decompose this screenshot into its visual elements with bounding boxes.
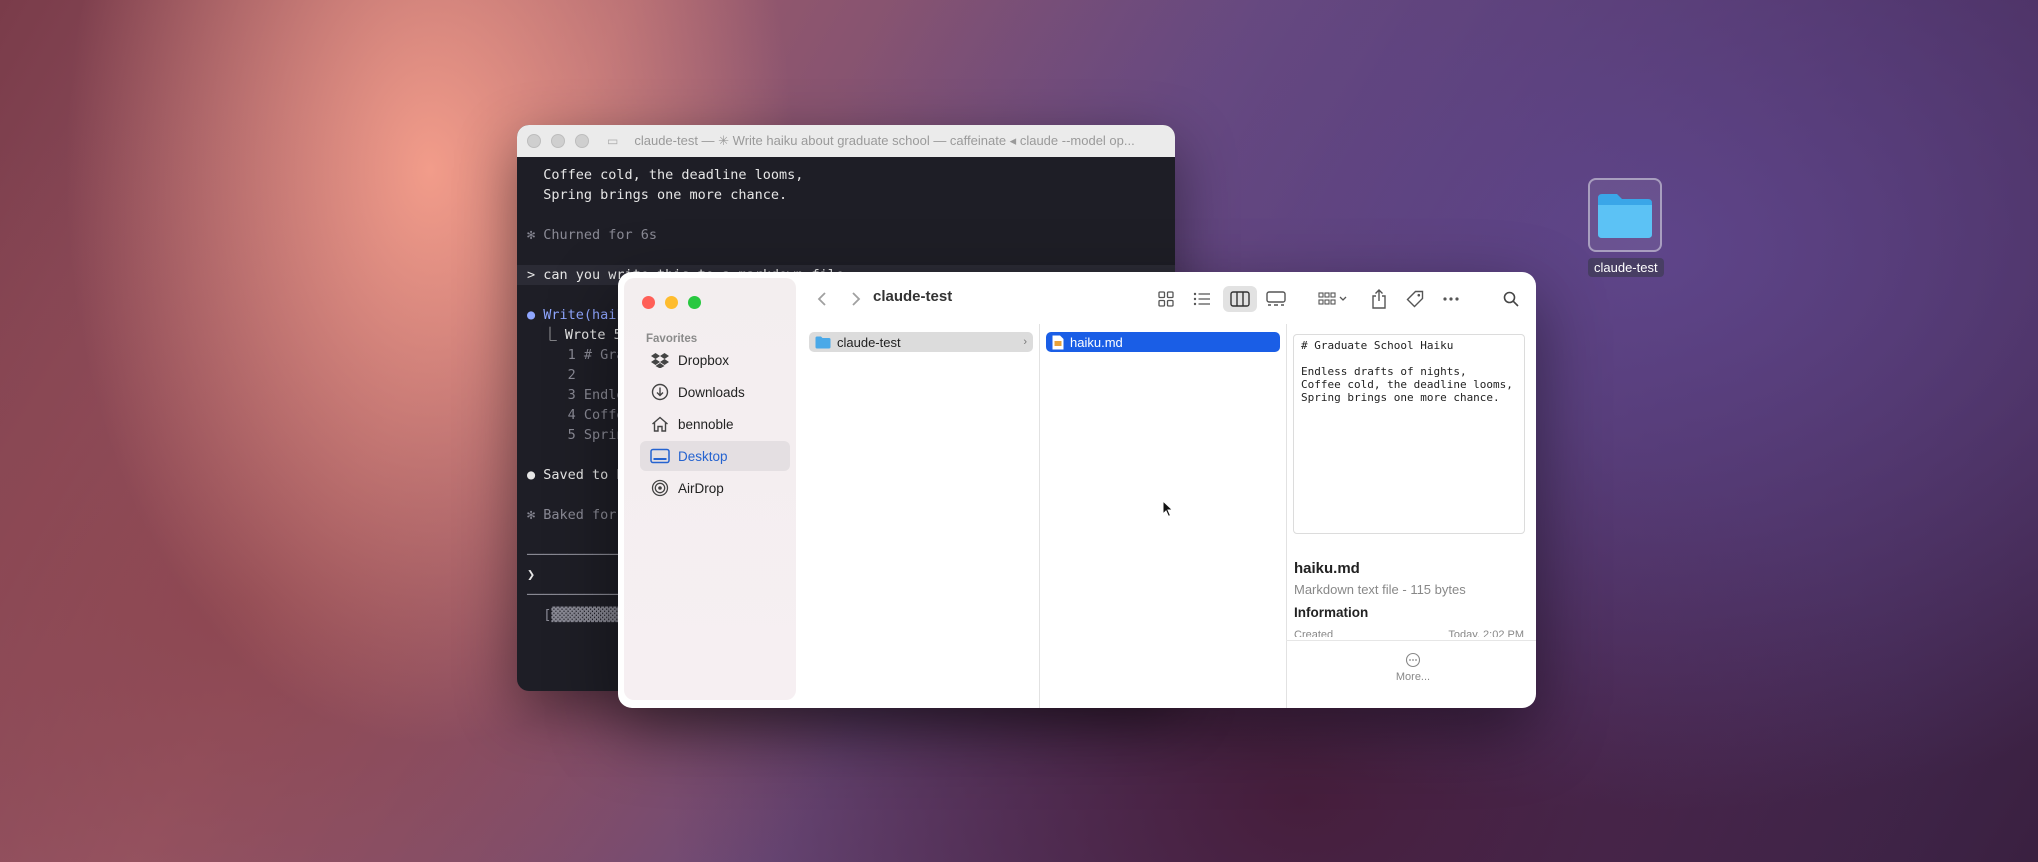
more-label: More... <box>1395 671 1431 683</box>
list-icon <box>1193 292 1210 306</box>
close-button[interactable] <box>642 296 655 309</box>
terminal-title: claude-test — ✳ Write haiku about gradua… <box>634 133 1135 148</box>
chevron-right-icon <box>852 292 861 306</box>
sidebar-item-downloads[interactable]: Downloads <box>640 377 790 407</box>
ellipsis-icon <box>1443 297 1459 301</box>
desktop-folder[interactable]: claude-test <box>1588 178 1664 277</box>
column-1[interactable]: claude-test › <box>803 324 1040 708</box>
more-circle-icon <box>1405 652 1421 668</box>
terminal-titlebar: ▭ claude-test — ✳ Write haiku about grad… <box>517 125 1175 157</box>
close-button[interactable] <box>527 134 541 148</box>
sidebar-item-label: Downloads <box>678 384 745 400</box>
zoom-button[interactable] <box>575 134 589 148</box>
preview-line: Coffee cold, the deadline looms, <box>1301 378 1513 391</box>
list-view-button[interactable] <box>1187 286 1217 312</box>
preview-line: Spring brings one more chance. <box>1301 391 1500 404</box>
chevron-left-icon <box>817 292 826 306</box>
folder-icon: ▭ <box>607 134 619 148</box>
minimize-button[interactable] <box>665 296 678 309</box>
more-actions-button[interactable] <box>1437 286 1465 312</box>
finder-sidebar: Favorites Dropbox Downloads bennoble Des… <box>624 278 796 700</box>
sidebar-item-desktop[interactable]: Desktop <box>640 441 790 471</box>
created-row: Created Today, 2:02 PM <box>1294 629 1524 637</box>
more-button[interactable]: More... <box>1378 652 1448 683</box>
list-item-claude-test[interactable]: claude-test › <box>809 332 1033 352</box>
sidebar-item-airdrop[interactable]: AirDrop <box>640 473 790 503</box>
gallery-icon <box>1266 291 1286 306</box>
preview-file-name: haiku.md <box>1294 560 1360 577</box>
preview-line: # Graduate School Haiku <box>1301 339 1454 352</box>
airdrop-icon <box>650 478 670 498</box>
window-title: claude-test <box>873 288 953 305</box>
share-button[interactable] <box>1365 286 1393 312</box>
sidebar-item-home[interactable]: bennoble <box>640 409 790 439</box>
sidebar-item-label: bennoble <box>678 416 734 432</box>
group-button[interactable] <box>1313 286 1353 312</box>
gallery-view-button[interactable] <box>1261 286 1291 312</box>
back-button[interactable] <box>811 288 833 310</box>
columns-icon <box>1230 291 1250 307</box>
group-icon <box>1318 292 1347 305</box>
minimize-button[interactable] <box>551 134 565 148</box>
sidebar-item-dropbox[interactable]: Dropbox <box>640 345 790 375</box>
forward-button[interactable] <box>845 288 867 310</box>
dropbox-icon <box>650 350 670 370</box>
divider <box>1286 640 1536 641</box>
folder-icon <box>1588 178 1662 252</box>
grid-icon <box>1158 291 1174 307</box>
information-heading: Information <box>1294 605 1369 620</box>
tag-button[interactable] <box>1401 286 1429 312</box>
sidebar-item-label: Dropbox <box>678 352 730 368</box>
folder-icon <box>815 336 831 348</box>
sidebar-item-label: AirDrop <box>678 480 724 496</box>
preview-line <box>1301 352 1517 365</box>
list-item-haiku-md[interactable]: haiku.md <box>1046 332 1280 352</box>
terminal-line: Coffee cold, the deadline looms, <box>527 167 804 183</box>
tag-icon <box>1406 290 1424 308</box>
favorites-heading: Favorites <box>646 333 698 345</box>
terminal-line: ✻ Churned for 6s <box>527 227 658 243</box>
downloads-icon <box>650 382 670 402</box>
share-icon <box>1372 289 1386 309</box>
markdown-file-icon <box>1052 335 1064 349</box>
home-icon <box>650 414 670 434</box>
desktop-folder-label: claude-test <box>1588 258 1664 277</box>
terminal-line: Spring brings one more chance. <box>527 187 788 203</box>
file-preview: # Graduate School Haiku Endless drafts of… <box>1293 334 1525 534</box>
zoom-button[interactable] <box>688 296 701 309</box>
finder-toolbar: claude-test <box>803 272 1536 324</box>
desktop-icon <box>650 446 670 466</box>
list-item-label: haiku.md <box>1070 334 1123 350</box>
created-label: Created <box>1294 629 1334 637</box>
search-button[interactable] <box>1497 286 1525 312</box>
search-icon <box>1503 291 1519 307</box>
mouse-cursor-icon <box>1162 499 1174 523</box>
created-value: Today, 2:02 PM <box>1448 629 1524 637</box>
icon-view-button[interactable] <box>1151 286 1181 312</box>
finder-window[interactable]: Favorites Dropbox Downloads bennoble Des… <box>618 272 1536 708</box>
list-item-label: claude-test <box>837 334 901 350</box>
preview-line: Endless drafts of nights, <box>1301 365 1467 378</box>
chevron-right-icon: › <box>1023 336 1027 348</box>
preview-file-kind: Markdown text file - 115 bytes <box>1294 582 1466 597</box>
sidebar-item-label: Desktop <box>678 448 728 464</box>
column-view-button[interactable] <box>1223 286 1257 312</box>
